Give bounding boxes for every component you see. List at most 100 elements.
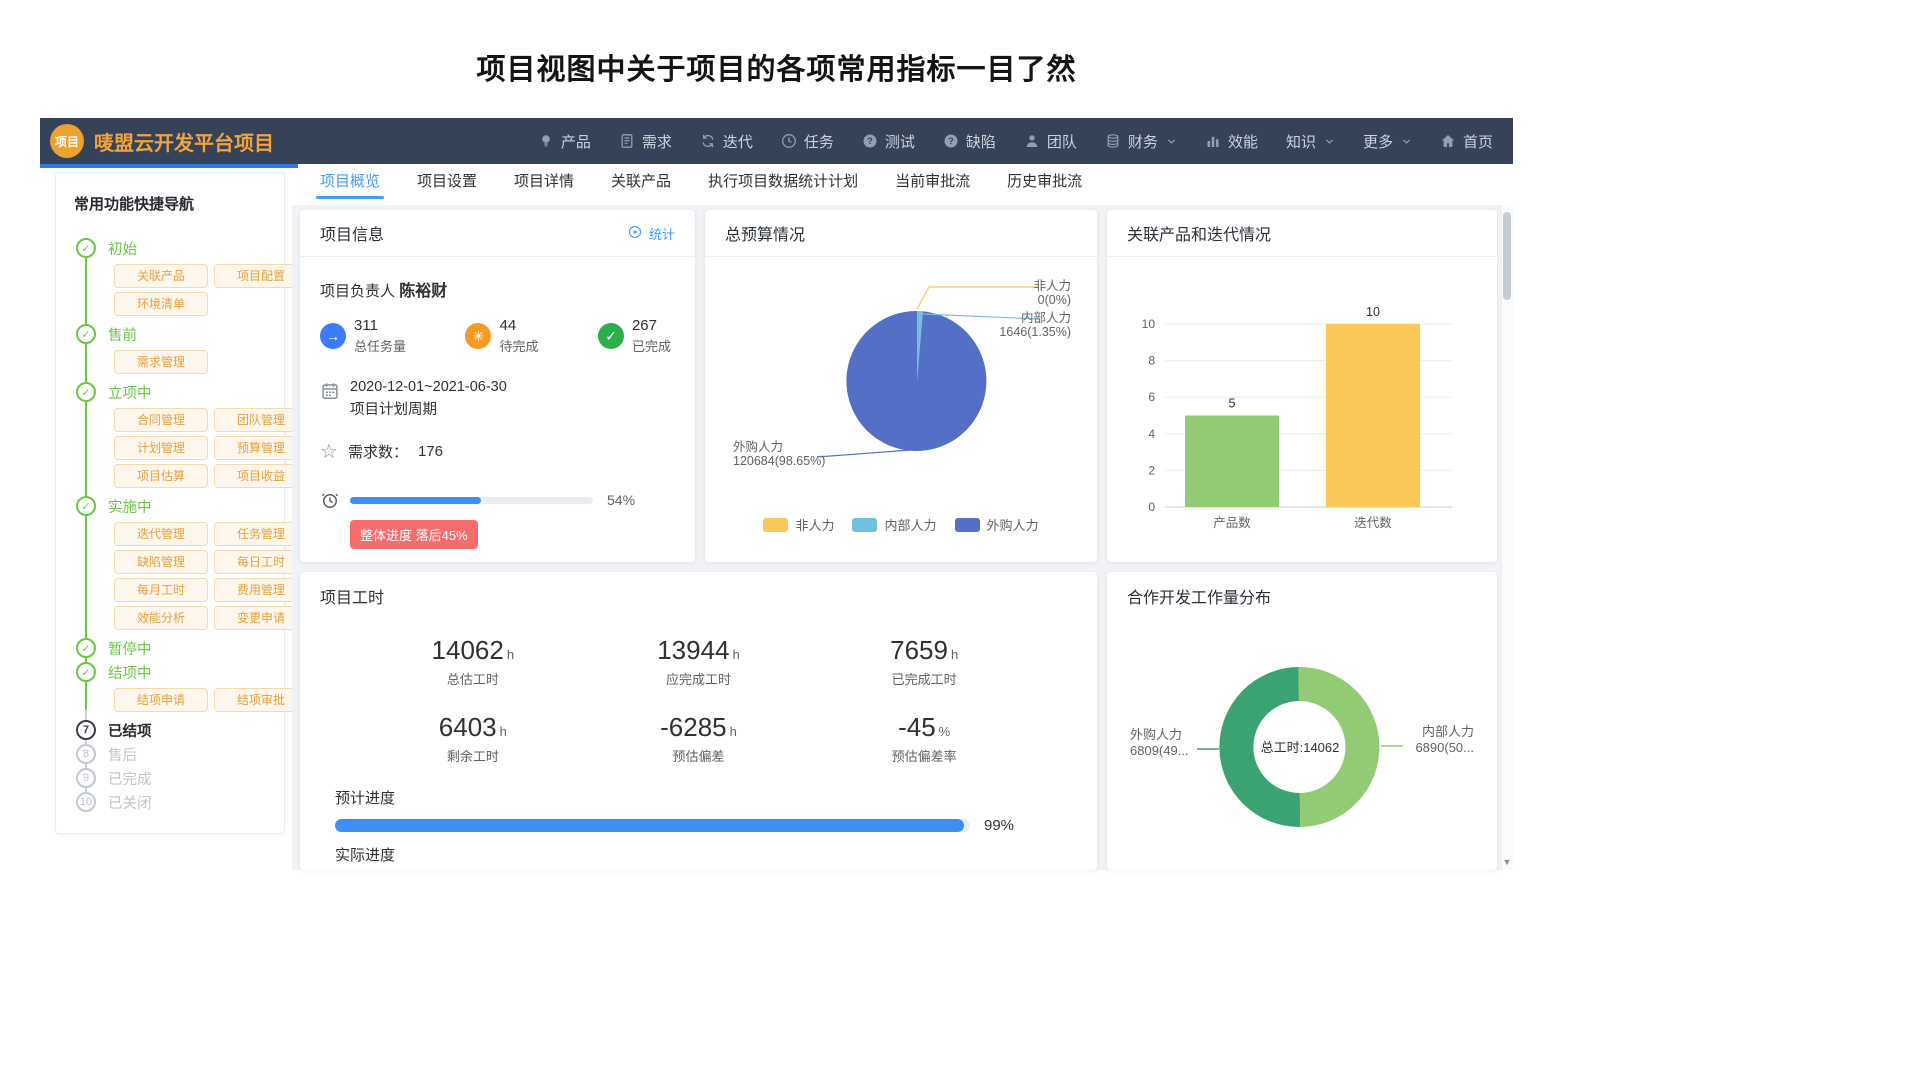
metric-label: 应完成工时 bbox=[586, 669, 812, 688]
nav-item-7[interactable]: 团队 bbox=[1010, 118, 1091, 164]
tab-1[interactable]: 项目概览 bbox=[320, 170, 380, 204]
overall-progress-pct: 54% bbox=[607, 492, 635, 508]
quick-link-button[interactable]: 结项申请 bbox=[114, 688, 208, 712]
check-circle-icon: ✓ bbox=[598, 323, 624, 349]
pie-label-value: 1646(1.35%) bbox=[999, 325, 1071, 339]
scrollbar-thumb[interactable] bbox=[1503, 212, 1511, 300]
demand-label: 需求数： bbox=[348, 441, 408, 462]
step-check-icon: ✓ bbox=[76, 638, 96, 658]
quick-link-button[interactable]: 效能分析 bbox=[114, 606, 208, 630]
stepper-step-4: ✓实施中迭代管理任务管理缺陷管理每日工时每月工时费用管理效能分析变更申请 bbox=[74, 494, 266, 630]
tab-2[interactable]: 项目设置 bbox=[417, 170, 477, 204]
donut-label-value: 6809(49... bbox=[1130, 743, 1189, 758]
project-info-card: 项目信息 统计 项目负责人 陈裕财 →311总任务量✳44待完成✓267已完成 … bbox=[300, 210, 695, 562]
hours-metric: 6403h剩余工时 bbox=[360, 712, 586, 765]
bar-迭代数 bbox=[1326, 324, 1420, 507]
step-label: 结项中 bbox=[108, 662, 152, 683]
pie-leader-line bbox=[917, 287, 1039, 309]
nav-item-6[interactable]: ?缺陷 bbox=[929, 118, 1010, 164]
stat-value: 311 bbox=[354, 317, 406, 334]
project-logo-badge: 项目 bbox=[50, 124, 84, 158]
step-number: 10 bbox=[76, 792, 96, 812]
donut-label-name: 外购人力 bbox=[1130, 727, 1182, 742]
tab-3[interactable]: 项目详情 bbox=[514, 170, 574, 204]
y-tick-label: 10 bbox=[1142, 317, 1156, 331]
quick-link-button[interactable]: 关联产品 bbox=[114, 264, 208, 288]
nav-item-12[interactable]: 首页 bbox=[1426, 118, 1507, 164]
quick-link-button[interactable]: 缺陷管理 bbox=[114, 550, 208, 574]
demand-value: 176 bbox=[418, 443, 443, 460]
step-quick-links: 迭代管理任务管理缺陷管理每日工时每月工时费用管理效能分析变更申请 bbox=[114, 522, 266, 630]
alarm-clock-icon bbox=[320, 490, 340, 510]
dashboard-page: 项目视图中关于项目的各项常用指标一目了然 项目 唛盟云开发平台项目 产品需求迭代… bbox=[0, 0, 1920, 1080]
nav-item-11[interactable]: 更多 bbox=[1349, 118, 1426, 164]
pie-slice-3 bbox=[846, 311, 986, 451]
nav-item-label: 迭代 bbox=[723, 131, 753, 152]
nav-item-label: 测试 bbox=[885, 131, 915, 152]
tab-6[interactable]: 当前审批流 bbox=[895, 170, 970, 204]
budget-pie-chart: 非人力0(0%)内部人力1646(1.35%)外购人力120684(98.65%… bbox=[705, 257, 1097, 502]
overall-progress-track bbox=[350, 497, 593, 504]
card-title-workload: 合作开发工作量分布 bbox=[1127, 584, 1271, 608]
demand-count-row: ☆ 需求数： 176 bbox=[320, 441, 675, 462]
nav-item-9[interactable]: 效能 bbox=[1191, 118, 1272, 164]
legend-label: 内部人力 bbox=[884, 515, 936, 534]
metric-value: 14062 bbox=[432, 635, 504, 665]
step-label: 暂停中 bbox=[108, 638, 152, 659]
nav-item-10[interactable]: 知识 bbox=[1272, 118, 1349, 164]
nav-item-1[interactable]: 产品 bbox=[524, 118, 605, 164]
step-check-icon: ✓ bbox=[76, 238, 96, 258]
database-icon bbox=[1105, 133, 1121, 149]
stepper-step-1: ✓初始关联产品项目配置环境清单 bbox=[74, 236, 266, 316]
quick-link-button[interactable]: 项目估算 bbox=[114, 464, 208, 488]
tab-5[interactable]: 执行项目数据统计计划 bbox=[708, 170, 858, 204]
nav-item-label: 产品 bbox=[561, 131, 591, 152]
stats-link[interactable]: 统计 bbox=[628, 224, 675, 243]
stepper-step-7: 7已结项 bbox=[74, 718, 266, 742]
tab-7[interactable]: 历史审批流 bbox=[1007, 170, 1082, 204]
vertical-scrollbar[interactable] bbox=[1501, 205, 1513, 870]
donut-label-name: 内部人力 bbox=[1422, 724, 1474, 739]
period-label: 项目计划周期 bbox=[350, 398, 507, 419]
scrollbar-down-arrow-icon[interactable]: ▼ bbox=[1501, 855, 1513, 870]
metric-unit: h bbox=[500, 724, 507, 739]
hours-metric: -45%预估偏差率 bbox=[811, 712, 1037, 765]
progress-label: 实际进度 bbox=[335, 844, 1097, 865]
document-icon bbox=[619, 133, 635, 149]
nav-item-5[interactable]: ?测试 bbox=[848, 118, 929, 164]
nav-item-3[interactable]: 迭代 bbox=[686, 118, 767, 164]
owner-label: 项目负责人 bbox=[320, 283, 395, 300]
nav-item-label: 任务 bbox=[804, 131, 834, 152]
step-check-icon: ✓ bbox=[76, 496, 96, 516]
quick-link-button[interactable]: 合同管理 bbox=[114, 408, 208, 432]
home-icon bbox=[1440, 133, 1456, 149]
phase-stepper: ✓初始关联产品项目配置环境清单✓售前需求管理✓立项中合同管理团队管理计划管理预算… bbox=[74, 236, 266, 814]
stat-label: 待完成 bbox=[499, 336, 538, 355]
task-stats-row: →311总任务量✳44待完成✓267已完成 bbox=[320, 317, 675, 355]
bar-chart-icon bbox=[1205, 133, 1221, 149]
quick-link-button[interactable]: 迭代管理 bbox=[114, 522, 208, 546]
nav-item-4[interactable]: 任务 bbox=[767, 118, 848, 164]
quick-link-button[interactable]: 每月工时 bbox=[114, 578, 208, 602]
metric-unit: h bbox=[733, 647, 740, 662]
tab-4[interactable]: 关联产品 bbox=[611, 170, 671, 204]
stats-link-label: 统计 bbox=[649, 224, 675, 243]
legend-swatch bbox=[852, 518, 877, 532]
progress-label: 预计进度 bbox=[335, 787, 1097, 808]
nav-item-8[interactable]: 财务 bbox=[1091, 118, 1191, 164]
hours-metrics-grid: 14062h总估工时13944h应完成工时7659h已完成工时6403h剩余工时… bbox=[300, 619, 1097, 765]
quick-link-button[interactable]: 需求管理 bbox=[114, 350, 208, 374]
overall-progress-fill bbox=[350, 497, 481, 504]
step-label: 初始 bbox=[108, 238, 137, 259]
quick-link-button[interactable]: 环境清单 bbox=[114, 292, 208, 316]
step-label: 售后 bbox=[108, 744, 137, 765]
metric-unit: h bbox=[507, 647, 514, 662]
pie-leader-line bbox=[817, 450, 911, 457]
hours-progress-section: 预计进度99%实际进度54% bbox=[300, 765, 1097, 870]
quick-link-button[interactable]: 计划管理 bbox=[114, 436, 208, 460]
legend-item: 非人力 bbox=[763, 515, 834, 534]
hours-metric: 13944h应完成工时 bbox=[586, 635, 812, 688]
card-title-product-iteration: 关联产品和迭代情况 bbox=[1127, 221, 1271, 245]
nav-item-label: 效能 bbox=[1228, 131, 1258, 152]
nav-item-2[interactable]: 需求 bbox=[605, 118, 686, 164]
